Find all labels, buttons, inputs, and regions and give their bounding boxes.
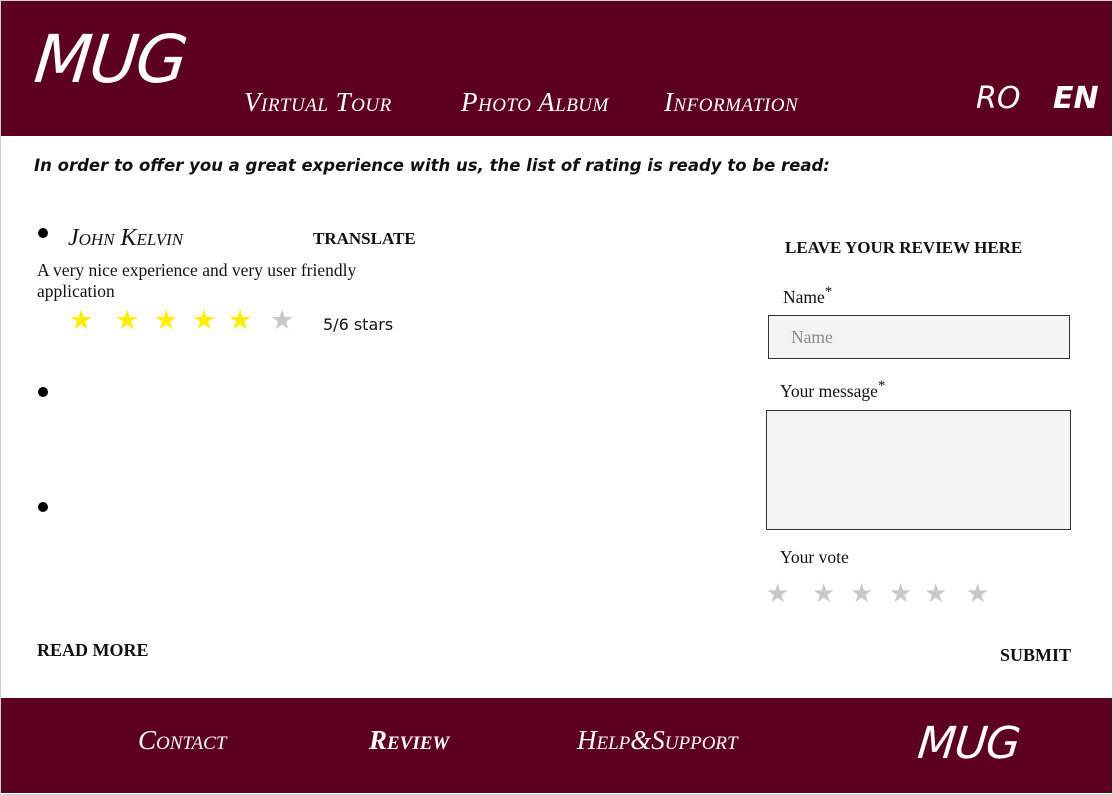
lang-ro[interactable]: RO: [976, 81, 1020, 116]
list-bullet: [38, 228, 48, 238]
star-filled-icon: ★: [69, 305, 94, 336]
footer-contact[interactable]: Contact: [138, 725, 226, 756]
read-more-button[interactable]: READ MORE: [37, 640, 149, 661]
reviewer-name: John Kelvin: [68, 225, 184, 251]
nav-information[interactable]: Information: [664, 87, 798, 118]
list-bullet: [38, 387, 48, 397]
required-mark: *: [877, 378, 886, 394]
name-input[interactable]: [768, 315, 1070, 359]
star-filled-icon: ★: [115, 305, 140, 336]
intro-text: In order to offer you a great experience…: [34, 156, 830, 175]
star-empty-icon: ★: [270, 305, 295, 336]
message-label: Your message*: [780, 378, 886, 401]
footer-bar: Contact Review Help&Support MUG: [1, 698, 1112, 793]
star-filled-icon: ★: [154, 305, 179, 336]
vote-star-icon[interactable]: ★: [966, 579, 989, 609]
footer-review[interactable]: Review: [369, 725, 449, 756]
footer-help-support[interactable]: Help&Support: [577, 725, 738, 756]
list-bullet: [38, 502, 48, 512]
vote-star-icon[interactable]: ★: [812, 579, 835, 609]
vote-label: Your vote: [780, 547, 849, 567]
vote-star-icon[interactable]: ★: [766, 579, 789, 609]
logo[interactable]: MUG: [31, 21, 189, 98]
star-filled-icon: ★: [228, 305, 253, 336]
star-filled-icon: ★: [192, 305, 217, 336]
review-text: A very nice experience and very user fri…: [37, 260, 357, 301]
message-input[interactable]: [766, 410, 1071, 530]
submit-button[interactable]: SUBMIT: [1000, 645, 1071, 666]
vote-star-icon[interactable]: ★: [889, 579, 912, 609]
name-label: Name*: [783, 284, 833, 307]
lang-en[interactable]: EN: [1053, 81, 1099, 116]
vote-star-icon[interactable]: ★: [850, 579, 873, 609]
vote-star-icon[interactable]: ★: [924, 579, 947, 609]
rating-label: 5/6 stars: [323, 315, 394, 334]
header-bar: MUG Virtual Tour Photo Album Information…: [1, 1, 1112, 136]
nav-photo-album[interactable]: Photo Album: [461, 87, 609, 118]
nav-virtual-tour[interactable]: Virtual Tour: [244, 87, 392, 118]
translate-button[interactable]: TRANSLATE: [313, 229, 416, 249]
footer-logo[interactable]: MUG: [915, 718, 1022, 769]
form-title: LEAVE YOUR REVIEW HERE: [785, 238, 1023, 257]
required-mark: *: [824, 284, 833, 300]
